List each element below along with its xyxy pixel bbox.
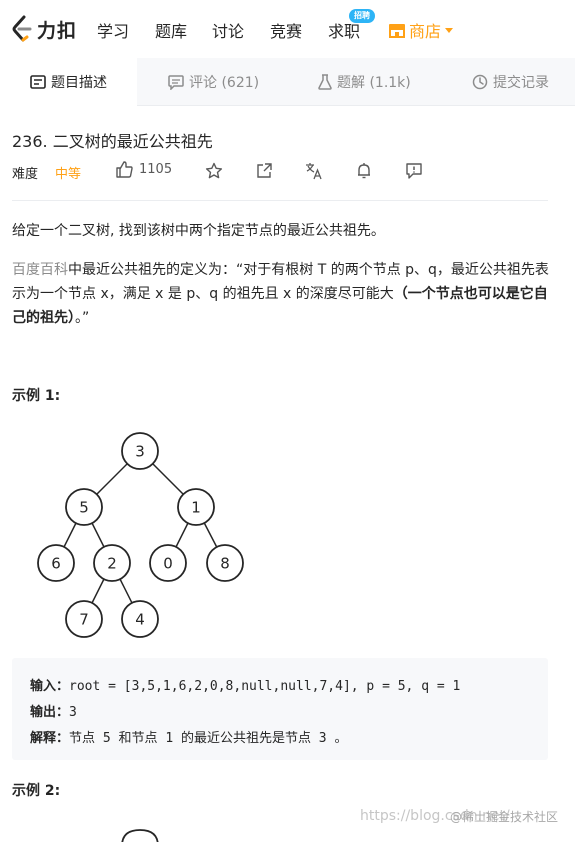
tree-node-label: 0 xyxy=(163,555,173,573)
flask-icon xyxy=(318,74,332,90)
nav-problemset[interactable]: 题库 xyxy=(155,18,187,42)
chevron-down-icon xyxy=(445,27,454,33)
star-icon[interactable] xyxy=(205,162,223,180)
tree-node-label: 6 xyxy=(51,555,61,573)
output-line: 输出：3 xyxy=(30,700,530,726)
shop-icon xyxy=(389,24,405,38)
tree-node-label: 8 xyxy=(220,555,230,573)
example-1-heading: 示例 1: xyxy=(12,388,61,404)
translate-icon[interactable] xyxy=(305,162,323,180)
comment-icon xyxy=(168,74,184,90)
leetcode-logo-icon xyxy=(12,15,32,42)
like-button[interactable]: 1105 xyxy=(116,161,172,178)
tab-description[interactable]: 题目描述 xyxy=(0,58,137,106)
input-value: root = [3,5,1,6,2,0,8,null,null,7,4], p … xyxy=(69,679,461,694)
lca-definition: 百度百科中最近公共祖先的定义为：“对于有根树 T 的两个节点 p、q，最近公共祖… xyxy=(12,258,557,330)
leetcode-logo[interactable]: 力扣 xyxy=(10,14,77,44)
shop-label: 商店 xyxy=(409,22,442,41)
output-label: 输出： xyxy=(30,705,70,720)
difficulty-badge: 中等 xyxy=(55,167,82,182)
problem-title: 236. 二叉树的最近公共祖先 xyxy=(12,132,213,151)
jobs-badge: 招聘 xyxy=(349,9,375,23)
problem-tabs: 题目描述 评论 (621) 题解 (1.1k) 提交记录 xyxy=(0,58,575,106)
binary-tree-diagram: 3 5 1 6 2 0 8 7 4 xyxy=(37,432,244,638)
logo-text: 力扣 xyxy=(37,19,78,42)
tree-node-label: 1 xyxy=(191,499,201,517)
problem-meta: 难度 中等 1105 xyxy=(12,160,548,182)
thumbs-up-icon xyxy=(116,161,133,178)
example-1-code-block: 输入：root = [3,5,1,6,2,0,8,null,null,7,4],… xyxy=(12,658,548,760)
tab-label: 题解 (1.1k) xyxy=(337,75,411,91)
explain-line: 解释：节点 5 和节点 1 的最近公共祖先是节点 3 。 xyxy=(30,726,530,752)
top-navbar: 力扣 学习 题库 讨论 竞赛 求职 招聘 商店 xyxy=(0,0,575,58)
example-2-heading: 示例 2: xyxy=(12,783,61,799)
tab-label: 题目描述 xyxy=(51,75,107,91)
clock-icon xyxy=(472,74,488,90)
tab-solutions[interactable]: 题解 (1.1k) xyxy=(318,58,411,106)
tab-label: 评论 (621) xyxy=(189,75,260,91)
baidu-baike-link[interactable]: 百度百科 xyxy=(12,262,68,278)
explain-label: 解释： xyxy=(30,731,70,746)
like-count: 1105 xyxy=(139,162,173,177)
input-label: 输入： xyxy=(30,679,70,694)
description-icon xyxy=(30,75,46,89)
feedback-icon[interactable] xyxy=(405,162,423,180)
definition-end: 。” xyxy=(75,310,90,326)
watermark-site: @稀土掘金技术社区 xyxy=(450,810,559,824)
tree-node-label: 2 xyxy=(107,555,117,573)
tab-label: 提交记录 xyxy=(493,75,549,91)
tab-comments[interactable]: 评论 (621) xyxy=(168,58,259,106)
output-value: 3 xyxy=(69,705,77,720)
nav-discuss[interactable]: 讨论 xyxy=(212,18,244,42)
problem-statement: 给定一个二叉树, 找到该树中两个指定节点的最近公共祖先。 xyxy=(12,223,385,239)
nav-learn[interactable]: 学习 xyxy=(97,18,129,42)
nav-shop[interactable]: 商店 xyxy=(388,18,454,42)
difficulty-label: 难度 xyxy=(12,167,39,182)
tree-node-label: 4 xyxy=(135,611,145,629)
tree-node-label: 7 xyxy=(79,611,89,629)
share-icon[interactable] xyxy=(255,162,273,180)
tree-node-label: 5 xyxy=(79,499,89,517)
divider xyxy=(12,200,548,201)
bell-icon[interactable] xyxy=(355,162,373,180)
example-2-tree-diagram xyxy=(121,829,159,842)
tree-node-label: 3 xyxy=(135,443,145,461)
input-line: 输入：root = [3,5,1,6,2,0,8,null,null,7,4],… xyxy=(30,674,530,700)
tab-submissions[interactable]: 提交记录 xyxy=(472,58,549,106)
nav-contest[interactable]: 竞赛 xyxy=(270,18,302,42)
explain-value: 节点 5 和节点 1 的最近公共祖先是节点 3 。 xyxy=(69,731,348,746)
